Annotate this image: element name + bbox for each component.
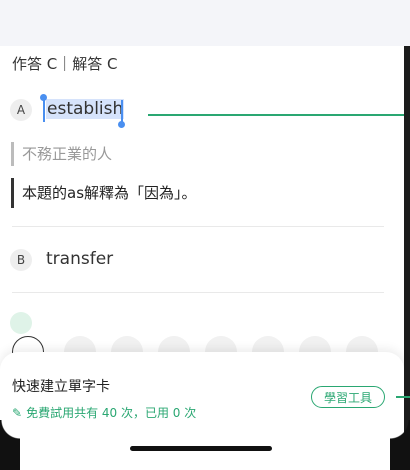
device-corner [390, 420, 410, 470]
selection-start-caret [43, 100, 45, 122]
sheet-subtitle: ✎ 免費試用共有 40 次，已用 0 次 [12, 404, 196, 421]
option-c-text-clipped[interactable] [46, 312, 124, 322]
sheet-title: 快速建立單字卡 [12, 379, 110, 395]
option-a-letter[interactable]: A [10, 99, 32, 121]
option-b-text[interactable]: transfer [46, 249, 113, 269]
learning-tools-button[interactable]: 學習工具 [311, 386, 385, 408]
note-grey: 不務正業的人 [11, 142, 112, 166]
answer-header: 作答 C｜解答 C [12, 55, 118, 73]
divider [12, 292, 384, 293]
option-a-text[interactable]: establish [46, 99, 125, 119]
selected-text[interactable]: establish [46, 99, 125, 119]
divider [12, 226, 384, 227]
selection-end-caret [121, 100, 123, 122]
device-edge [404, 46, 410, 470]
device-corner [0, 420, 20, 470]
option-b-letter[interactable]: B [10, 249, 32, 271]
note-explanation: 本題的as解釋為「因為」。 [11, 178, 197, 208]
flashcard-sheet: 快速建立單字卡 ✎ 免費試用共有 40 次，已用 0 次 學習工具 [0, 352, 404, 470]
selection-end-handle[interactable] [118, 121, 125, 128]
annotation-line [396, 396, 410, 398]
top-bar [0, 0, 410, 46]
wand-icon: ✎ [12, 405, 23, 420]
trial-usage-text: 免費試用共有 40 次，已用 0 次 [26, 406, 197, 420]
selection-start-handle[interactable] [40, 94, 47, 101]
annotation-line [148, 114, 404, 116]
home-indicator[interactable] [130, 446, 272, 451]
